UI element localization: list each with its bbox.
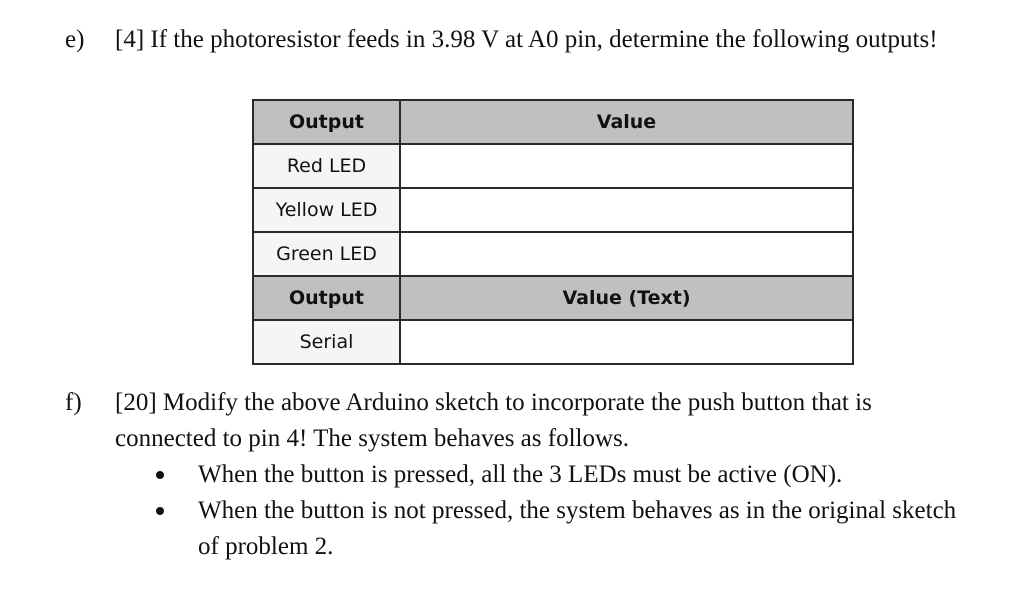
question-e-text: [4] If the photoresistor feeds in 3.98 V…: [115, 26, 938, 53]
table-row-yellow-led: Yellow LED: [252, 187, 854, 233]
question-e-marker: e): [65, 26, 85, 53]
output-label: Yellow LED: [252, 187, 401, 233]
question-e: e) [4] If the photoresistor feeds in 3.9…: [65, 22, 965, 102]
table-header-row: Output Value: [252, 99, 854, 145]
question-f-text: [20] Modify the above Arduino sketch to …: [115, 389, 872, 452]
output-label: Green LED: [252, 231, 401, 277]
table-row-serial: Serial: [252, 319, 854, 365]
list-item-text: When the button is pressed, all the 3 LE…: [198, 461, 843, 488]
header-value-text: Value (Text): [399, 275, 854, 321]
output-label: Serial: [252, 319, 401, 365]
table-row-red-led: Red LED: [252, 143, 854, 189]
yellow-led-value-cell[interactable]: [399, 187, 854, 233]
serial-value-cell[interactable]: [399, 319, 854, 365]
table-header-row-text: Output Value (Text): [252, 275, 854, 321]
table-row-green-led: Green LED: [252, 231, 854, 277]
header-output: Output: [252, 275, 401, 321]
list-item: When the button is not pressed, the syst…: [150, 493, 980, 565]
outputs-table: Output Value Red LED Yellow LED Green LE…: [252, 99, 854, 365]
red-led-value-cell[interactable]: [399, 143, 854, 189]
header-value: Value: [399, 99, 854, 145]
behavior-list: When the button is pressed, all the 3 LE…: [150, 457, 980, 565]
green-led-value-cell[interactable]: [399, 231, 854, 277]
bullet-icon: [156, 471, 164, 479]
output-label: Red LED: [252, 143, 401, 189]
question-f: f) [20] Modify the above Arduino sketch …: [65, 385, 985, 585]
list-item-text: When the button is not pressed, the syst…: [198, 497, 957, 560]
bullet-icon: [156, 507, 164, 515]
list-item: When the button is pressed, all the 3 LE…: [150, 457, 980, 493]
question-f-marker: f): [65, 389, 82, 416]
header-output: Output: [252, 99, 401, 145]
